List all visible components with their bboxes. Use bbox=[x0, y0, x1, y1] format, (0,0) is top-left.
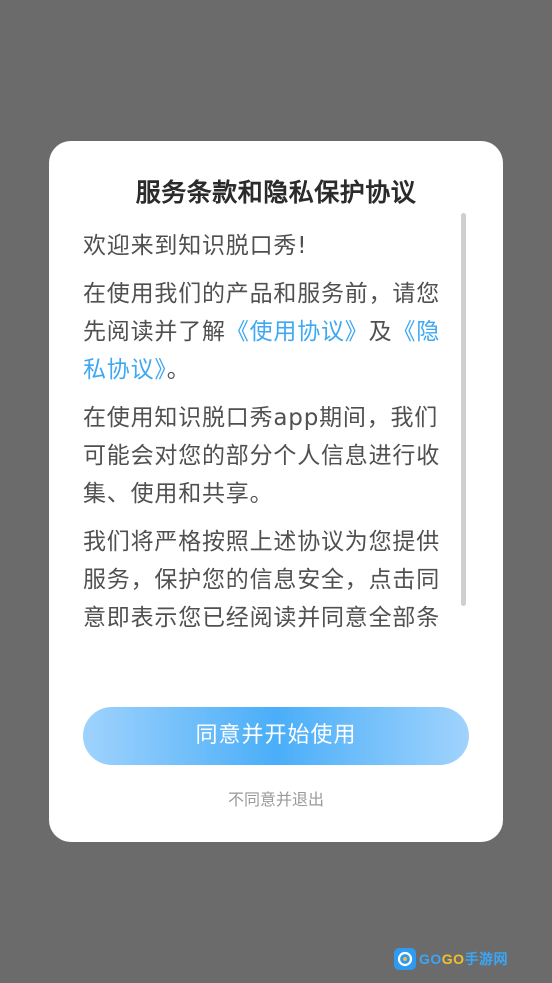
dialog-title: 服务条款和隐私保护协议 bbox=[135, 178, 417, 207]
watermark-text-c: 手游网 bbox=[464, 951, 509, 967]
disagree-exit-link[interactable]: 不同意并退出 bbox=[49, 786, 503, 810]
agree-button[interactable]: 同意并开始使用 bbox=[83, 707, 469, 765]
period-text: 。 bbox=[166, 357, 191, 383]
welcome-paragraph: 欢迎来到知识脱口秀! bbox=[83, 233, 308, 259]
watermark-text: GOGO手游网 bbox=[419, 949, 508, 969]
watermark-text-a: GO bbox=[419, 951, 442, 967]
usage-agreement-link[interactable]: 《使用协议》 bbox=[226, 319, 369, 345]
read-agreement-paragraph: 在使用我们的产品和服务前，请您先阅读并了解《使用协议》及《隐私协议》。 bbox=[83, 275, 455, 389]
scrollbar-thumb[interactable] bbox=[461, 213, 466, 606]
and-text: 及 bbox=[368, 319, 393, 345]
gamepad-icon bbox=[394, 948, 416, 970]
watermark-logo: GOGO手游网 bbox=[394, 946, 508, 972]
watermark-text-b: GO bbox=[441, 951, 465, 967]
scrollbar[interactable] bbox=[461, 213, 466, 678]
data-collection-paragraph: 在使用知识脱口秀app期间，我们可能会对您的部分个人信息进行收集、使用和共享。 bbox=[83, 405, 440, 507]
privacy-dialog: 服务条款和隐私保护协议 欢迎来到知识脱口秀! 在使用我们的产品和服务前，请您先阅… bbox=[49, 141, 503, 842]
agreement-scroll-area[interactable]: 欢迎来到知识脱口秀! 在使用我们的产品和服务前，请您先阅读并了解《使用协议》及《… bbox=[83, 227, 455, 673]
consent-paragraph: 我们将严格按照上述协议为您提供服务，保护您的信息安全，点击同意即表示您已经阅读并… bbox=[83, 529, 440, 631]
